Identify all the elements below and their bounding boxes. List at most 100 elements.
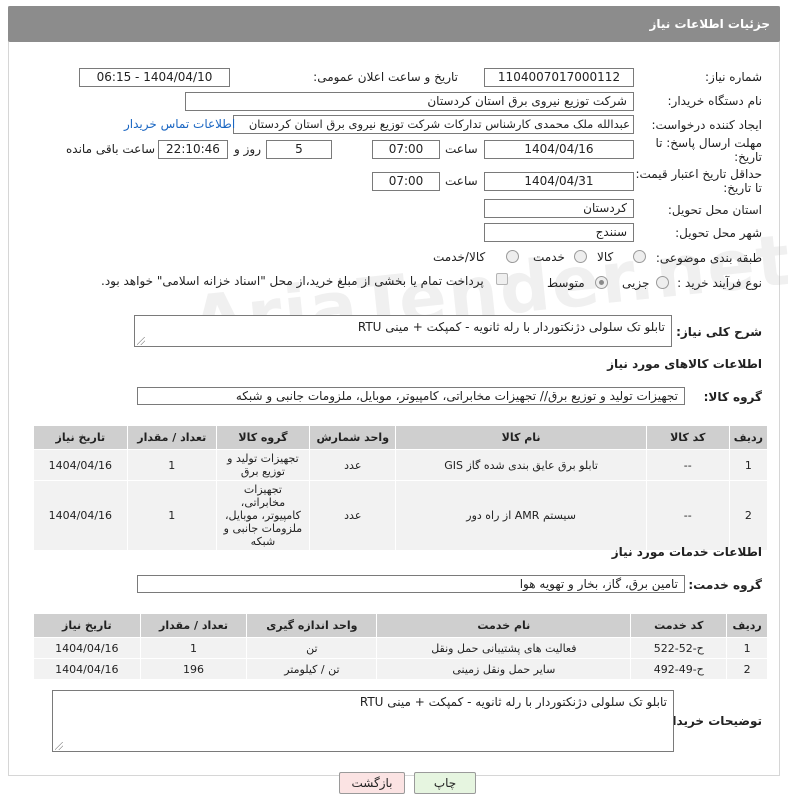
validity-date-field[interactable]: 1404/04/31 — [484, 172, 634, 191]
col-service-name: نام خدمت — [376, 613, 632, 638]
buyer-notes-label: توضیحات خریدار: — [660, 714, 762, 728]
col-group: گروه کالا — [215, 425, 311, 450]
cell-row: 1 — [728, 449, 769, 481]
announce-label: تاریخ و ساعت اعلان عمومی: — [313, 70, 458, 84]
services-group-field[interactable]: تامین برق، گاز، بخار و تهویه هوا — [137, 575, 685, 593]
col-date: تاریخ نیاز — [33, 613, 141, 638]
col-row: ردیف — [728, 425, 769, 450]
category-option-service: خدمت — [533, 250, 565, 264]
cell-qty: 196 — [139, 658, 248, 680]
cell-date: 1404/04/16 — [33, 449, 128, 481]
cell-date: 1404/04/16 — [33, 637, 141, 659]
creator-field[interactable]: عبدالله ملک محمدی کارشناس تدارکات شرکت ت… — [233, 115, 634, 134]
days-field[interactable]: 5 — [266, 140, 332, 159]
cell-row: 2 — [726, 658, 768, 680]
cell-group: تجهیزات مخابراتی، کامپیوتر، موبایل، ملزو… — [215, 480, 311, 551]
col-qty: تعداد / مقدار — [139, 613, 248, 638]
description-label: شرح کلی نیاز: — [676, 325, 762, 339]
cell-date: 1404/04/16 — [33, 658, 141, 680]
cell-unit: عدد — [309, 449, 397, 481]
treasury-checkbox[interactable] — [496, 273, 508, 285]
col-name: نام کالا — [395, 425, 647, 450]
resize-handle-icon[interactable] — [55, 742, 63, 750]
table-row[interactable]: 2 ح-49-492 سایر حمل ونقل زمینی تن / کیلو… — [33, 658, 768, 680]
deadline-label: مهلت ارسال پاسخ: تا تاریخ: — [655, 136, 762, 164]
table-row[interactable]: 2 -- سیستم AMR از راه دور عدد تجهیزات مخ… — [33, 480, 769, 551]
process-radio-medium[interactable] — [595, 276, 608, 289]
contact-buyer-link[interactable]: اطلاعات تماس خریدار — [124, 117, 235, 131]
goods-group-field[interactable]: تجهیزات تولید و توزیع برق// تجهیزات مخاب… — [137, 387, 685, 405]
description-text: تابلو تک سلولی دژنکتوردار با رله ثانویه … — [357, 320, 665, 334]
goods-table-header: ردیف کد کالا نام کالا واحد شمارش گروه کا… — [33, 425, 769, 450]
col-row: ردیف — [726, 613, 768, 638]
table-row[interactable]: 1 ح-52-522 فعالیت های پشتیبانی حمل ونقل … — [33, 637, 768, 659]
buyer-notes-textarea[interactable]: تابلو تک سلولی دژنکتوردار با رله ثانویه … — [52, 690, 674, 752]
description-textarea[interactable]: تابلو تک سلولی دژنکتوردار با رله ثانویه … — [134, 315, 672, 347]
services-section-title: اطلاعات خدمات مورد نیاز — [611, 545, 762, 559]
cell-qty: 1 — [126, 480, 217, 551]
resize-handle-icon[interactable] — [137, 337, 145, 345]
cell-row: 2 — [728, 480, 769, 551]
deadline-date-field[interactable]: 1404/04/16 — [484, 140, 634, 159]
col-unit: واحد شمارش — [309, 425, 397, 450]
cell-qty: 1 — [139, 637, 248, 659]
cell-service-code: ح-52-522 — [630, 637, 728, 659]
goods-section-title: اطلاعات کالاهای مورد نیاز — [607, 357, 762, 371]
deadline-time-field[interactable]: 07:00 — [372, 140, 440, 159]
category-option-goods-service: کالا/خدمت — [433, 250, 486, 264]
process-label: نوع فرآیند خرید : — [677, 276, 762, 290]
category-option-goods: کالا — [597, 250, 614, 264]
services-table-header: ردیف کد خدمت نام خدمت واحد اندازه گیری ت… — [33, 613, 768, 638]
services-table: ردیف کد خدمت نام خدمت واحد اندازه گیری ت… — [33, 613, 768, 680]
cell-code: -- — [645, 449, 730, 481]
city-field[interactable]: سنندج — [484, 223, 634, 242]
cell-code: -- — [645, 480, 730, 551]
deadline-time-label: ساعت — [445, 142, 478, 156]
col-code: کد کالا — [645, 425, 730, 450]
services-group-label: گروه خدمت: — [688, 578, 762, 592]
table-row[interactable]: 1 -- تابلو برق عایق بندی شده گاز GIS عدد… — [33, 449, 769, 481]
panel-header: جزئیات اطلاعات نیاز — [8, 6, 780, 42]
buyer-notes-text: تابلو تک سلولی دژنکتوردار با رله ثانویه … — [359, 695, 667, 709]
buyer-label: نام دستگاه خریدار: — [667, 94, 763, 108]
back-button[interactable]: بازگشت — [339, 772, 405, 794]
validity-label: حداقل تاریخ اعتبار قیمت: تا تاریخ: — [635, 167, 762, 195]
buyer-field[interactable]: شرکت توزیع نیروی برق استان کردستان — [185, 92, 634, 111]
col-qty: تعداد / مقدار — [126, 425, 217, 450]
col-date: تاریخ نیاز — [33, 425, 128, 450]
cell-qty: 1 — [126, 449, 217, 481]
category-label: طبقه بندی موضوعی: — [655, 251, 762, 265]
col-service-code: کد خدمت — [630, 613, 728, 638]
cell-date: 1404/04/16 — [33, 480, 128, 551]
process-option-medium: متوسط — [547, 276, 585, 290]
category-radio-goods[interactable] — [633, 250, 646, 263]
process-option-minor: جزیی — [622, 276, 650, 290]
cell-service-code: ح-49-492 — [630, 658, 728, 680]
cell-measure-unit: تن — [246, 637, 378, 659]
remaining-label: ساعت باقی مانده — [66, 142, 156, 156]
remaining-time-field[interactable]: 22:10:46 — [158, 140, 228, 159]
cell-unit: عدد — [309, 480, 397, 551]
category-radio-goods-service[interactable] — [506, 250, 519, 263]
announce-field[interactable]: 1404/04/10 - 06:15 — [79, 68, 230, 87]
validity-time-field[interactable]: 07:00 — [372, 172, 440, 191]
cell-name: سیستم AMR از راه دور — [395, 480, 647, 551]
province-field[interactable]: کردستان — [484, 199, 634, 218]
cell-measure-unit: تن / کیلومتر — [246, 658, 378, 680]
cell-group: تجهیزات تولید و توزیع برق — [215, 449, 311, 481]
print-button[interactable]: چاپ — [414, 772, 476, 794]
need-number-field[interactable]: 1104007017000112 — [484, 68, 634, 87]
page-title: جزئیات اطلاعات نیاز — [649, 17, 770, 31]
col-measure-unit: واحد اندازه گیری — [246, 613, 378, 638]
process-radio-minor[interactable] — [656, 276, 669, 289]
validity-time-label: ساعت — [445, 174, 478, 188]
city-label: شهر محل تحویل: — [675, 226, 762, 240]
goods-group-label: گروه کالا: — [703, 390, 762, 404]
cell-row: 1 — [726, 637, 768, 659]
province-label: استان محل تحویل: — [667, 203, 762, 217]
cell-service-name: فعالیت های پشتیبانی حمل ونقل — [376, 637, 632, 659]
goods-table: ردیف کد کالا نام کالا واحد شمارش گروه کا… — [33, 425, 769, 551]
cell-name: تابلو برق عایق بندی شده گاز GIS — [395, 449, 647, 481]
category-radio-service[interactable] — [574, 250, 587, 263]
creator-label: ایجاد کننده درخواست: — [651, 118, 762, 132]
